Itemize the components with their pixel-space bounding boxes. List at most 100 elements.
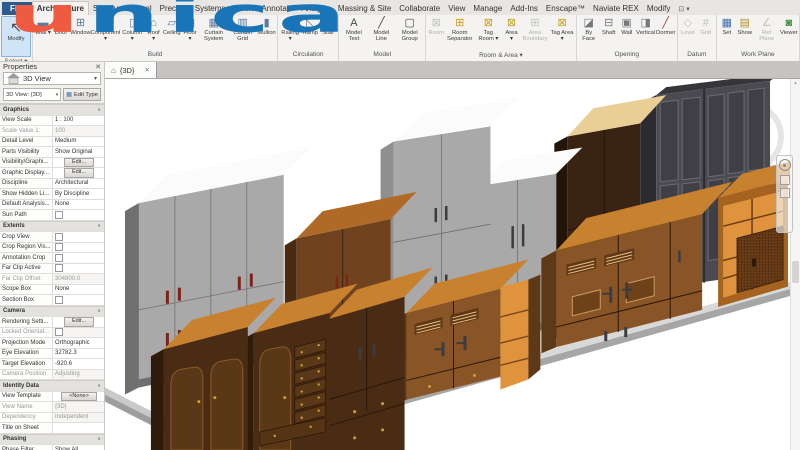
property-value[interactable] xyxy=(52,263,104,273)
collapse-icon[interactable]: ∧ xyxy=(97,107,101,113)
tab-enscape[interactable]: Enscape™ xyxy=(542,2,589,15)
tab-precast[interactable]: Precast xyxy=(156,2,191,15)
tab-add-ins[interactable]: Add-Ins xyxy=(506,2,542,15)
checkbox-annotation-crop[interactable] xyxy=(55,253,63,262)
pan-icon[interactable] xyxy=(779,188,790,198)
property-value[interactable]: <None> xyxy=(52,391,104,401)
tool-shaft[interactable]: ⊟ Shaft xyxy=(600,16,618,36)
property-value[interactable]: By Discipline xyxy=(52,189,104,199)
tool-tag-room[interactable]: ⊠ Tag Room ▾ xyxy=(474,16,502,43)
property-value[interactable]: 32782.3 xyxy=(52,348,104,358)
tool-railing[interactable]: ≣ Railing ▾ xyxy=(279,16,301,43)
tool-mullion[interactable]: ▮ Mullion xyxy=(257,16,276,36)
tool-room-separator[interactable]: ⊞ Room Separator xyxy=(445,16,474,43)
view-tab-3d[interactable]: ⌂ {3D} ✕ xyxy=(105,62,157,78)
tool-curtain-grid[interactable]: ▥ Curtain Grid xyxy=(228,16,257,43)
ribbon-display-options-icon[interactable]: ⊡ ▾ xyxy=(674,3,693,15)
checkbox-far-clip-active[interactable] xyxy=(55,264,63,273)
checkbox-sun-path[interactable] xyxy=(55,210,63,219)
tool-roof[interactable]: ⌂ Roof ▾ xyxy=(145,16,163,43)
section-extents[interactable]: Extents ∧ xyxy=(0,220,104,232)
tool-wall[interactable]: ▬ Wall ▾ xyxy=(34,16,52,36)
tab-manage[interactable]: Manage xyxy=(469,2,506,15)
viewport-scrollbar[interactable]: ▴ xyxy=(790,79,800,450)
tab-steel[interactable]: Steel xyxy=(129,2,155,15)
property-value[interactable]: Orthographic xyxy=(52,338,104,348)
steering-wheel-icon[interactable] xyxy=(778,159,791,171)
property-value[interactable]: Edit... xyxy=(52,157,104,167)
tab-naviate-rex[interactable]: Naviate REX xyxy=(589,2,643,15)
view-selector-combo[interactable]: 3D View: {3D} ▾ xyxy=(3,88,62,101)
tab-systems[interactable]: Systems xyxy=(191,2,230,15)
tool-viewer[interactable]: ◙ Viewer xyxy=(780,16,798,36)
viewport-3d[interactable]: ▴ xyxy=(105,79,800,450)
tool-stair[interactable]: ▙ Stair xyxy=(319,16,337,36)
tool-wall[interactable]: ▣ Wall xyxy=(618,16,636,36)
view-tab-close-icon[interactable]: ✕ xyxy=(144,66,149,74)
scrollbar-thumb[interactable] xyxy=(792,261,799,283)
property-button-view-template[interactable]: <None> xyxy=(61,391,97,401)
property-value[interactable]: None xyxy=(52,284,104,294)
properties-close-icon[interactable]: ✕ xyxy=(95,63,101,71)
tool-component[interactable]: ▣ Component ▾ xyxy=(91,16,120,43)
tool-model-line[interactable]: ╱ Model Line xyxy=(368,16,396,43)
tool-floor[interactable]: ▤ Floor ▾ xyxy=(181,16,199,43)
tool-curtain-system[interactable]: ▦ Curtain System xyxy=(199,16,228,43)
tab-modify[interactable]: Modify xyxy=(643,2,675,15)
tool-vertical[interactable]: ◨ Vertical xyxy=(636,16,656,36)
tab-collaborate[interactable]: Collaborate xyxy=(395,2,444,15)
collapse-icon[interactable]: ∧ xyxy=(97,308,101,314)
property-value[interactable]: Show Original xyxy=(52,147,104,157)
tab-insert[interactable]: Insert xyxy=(229,2,257,15)
property-value[interactable]: None xyxy=(52,199,104,209)
property-value[interactable] xyxy=(52,423,104,433)
tool-ceiling[interactable]: ▱ Ceiling xyxy=(163,16,181,36)
zoom-icon[interactable] xyxy=(779,175,790,185)
property-value[interactable]: 1 : 100 xyxy=(52,115,104,125)
tool-dormer[interactable]: ╱ Dormer xyxy=(656,16,676,36)
collapse-icon[interactable]: ∧ xyxy=(97,383,101,389)
property-value[interactable] xyxy=(52,253,104,263)
edit-type-button[interactable]: ▦ Edit Type xyxy=(63,88,101,101)
checkbox-section-box[interactable] xyxy=(55,295,63,304)
collapse-icon[interactable]: ∧ xyxy=(97,436,101,442)
tool-area[interactable]: ⊠ Area ▾ xyxy=(502,16,520,43)
section-camera[interactable]: Camera ∧ xyxy=(0,305,104,317)
tab-massing-site[interactable]: Massing & Site xyxy=(334,2,395,15)
tool-window[interactable]: ⊞ Window xyxy=(70,16,91,36)
property-value[interactable]: -920.6 xyxy=(52,359,104,369)
tool-show[interactable]: ▤ Show xyxy=(736,16,754,36)
property-value[interactable]: Edit... xyxy=(52,168,104,178)
tool-model-group[interactable]: ▢ Model Group xyxy=(395,16,424,43)
section-graphics[interactable]: Graphics ∧ xyxy=(0,104,104,116)
property-button-graphic-display[interactable]: Edit... xyxy=(63,168,95,178)
property-value[interactable] xyxy=(52,210,104,220)
tool-by-face[interactable]: ◪ By Face xyxy=(578,16,600,43)
checkbox-crop-view[interactable] xyxy=(55,232,63,241)
type-selector[interactable]: 3D View ▾ xyxy=(3,72,101,85)
section-phasing[interactable]: Phasing ∧ xyxy=(0,433,104,445)
tool-model-text[interactable]: A Model Text xyxy=(340,16,367,43)
property-value[interactable]: Medium xyxy=(52,136,104,146)
tool-set[interactable]: ▦ Set xyxy=(718,16,736,36)
property-value[interactable]: Edit... xyxy=(52,317,104,327)
property-value[interactable] xyxy=(52,232,104,242)
property-value[interactable]: Show All xyxy=(52,445,104,450)
tab-view[interactable]: View xyxy=(444,2,469,15)
tool-modify[interactable]: ↖ Modify xyxy=(1,16,31,57)
checkbox-crop-region-vis[interactable] xyxy=(55,243,63,252)
tab-annotate[interactable]: Annotate xyxy=(257,2,297,15)
tab-architecture[interactable]: Architecture xyxy=(31,1,89,15)
property-button-rendering-setti[interactable]: Edit... xyxy=(63,317,95,327)
scroll-up-icon[interactable]: ▴ xyxy=(791,79,800,87)
tool-ramp[interactable]: ◺ Ramp xyxy=(301,16,319,36)
navigation-bar[interactable] xyxy=(776,155,793,233)
section-identity-data[interactable]: Identity Data ∧ xyxy=(0,380,104,392)
property-value[interactable] xyxy=(52,295,104,305)
tab-file[interactable]: File xyxy=(2,2,32,15)
property-value[interactable] xyxy=(52,242,104,252)
tab-structure[interactable]: Structure xyxy=(89,2,129,15)
property-value[interactable]: Architectural xyxy=(52,178,104,188)
tab-analyze[interactable]: Analyze xyxy=(297,2,333,15)
collapse-icon[interactable]: ∧ xyxy=(97,223,101,229)
